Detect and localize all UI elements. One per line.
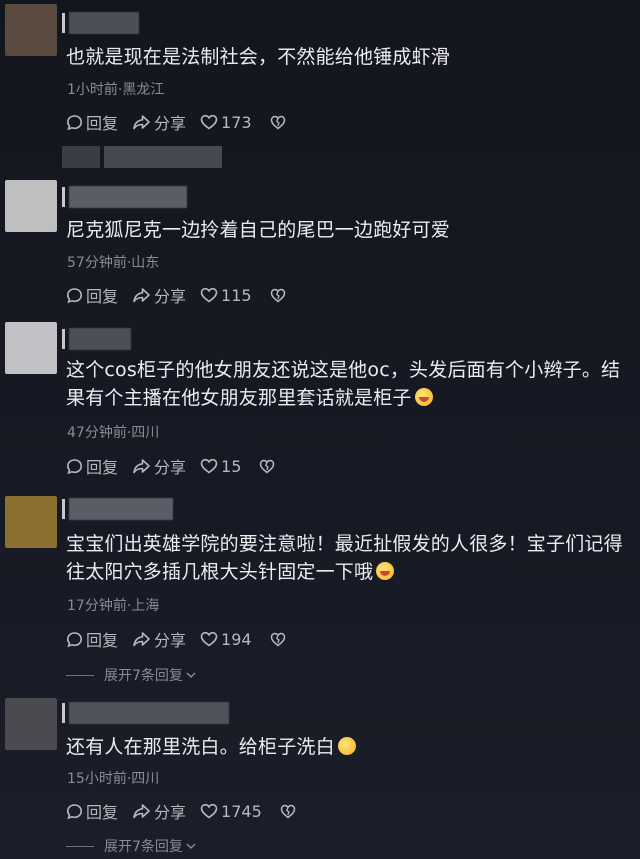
- avatar[interactable]: [5, 180, 57, 232]
- broken-heart-icon: [270, 115, 285, 130]
- dislike-button[interactable]: [280, 803, 299, 819]
- comment-meta: 1小时前·黑龙江: [67, 82, 165, 98]
- crying-face-emoji-icon: [376, 562, 395, 580]
- share-button[interactable]: 分享: [132, 799, 186, 823]
- comment-meta: 57分钟前·山东: [67, 255, 160, 271]
- username-blurred[interactable]: [62, 328, 131, 350]
- comment-item: 还有人在那里洗白。给柜子洗白 15小时前·四川 回复 分享 1745 展开7条回…: [0, 696, 640, 859]
- reply-button[interactable]: 回复: [66, 454, 118, 478]
- heart-icon: [200, 803, 218, 819]
- reply-button[interactable]: 回复: [66, 799, 118, 823]
- broken-heart-icon: [270, 632, 285, 647]
- username-blurred[interactable]: [62, 702, 229, 724]
- comment-item: 这个cos柜子的他女朋友还说这是他oc，头发后面有个小辫子。结果有个主播在他女朋…: [0, 318, 640, 488]
- expand-replies-button[interactable]: 展开7条回复: [66, 836, 197, 856]
- like-count: 194: [221, 629, 252, 649]
- like-button[interactable]: 1745: [200, 802, 262, 821]
- comment-list: 也就是现在是法制社会，不然能给他锤成虾滑 1小时前·黑龙江 回复 分享 173: [0, 0, 640, 859]
- smirk-face-emoji-icon: [337, 737, 356, 755]
- chevron-down-icon: [186, 843, 196, 849]
- username-blurred[interactable]: [62, 186, 187, 208]
- share-icon: [133, 287, 150, 302]
- share-button[interactable]: 分享: [132, 627, 186, 651]
- like-count: 15: [221, 456, 242, 476]
- chevron-down-icon: [186, 672, 196, 678]
- dislike-button[interactable]: [259, 458, 278, 474]
- like-button[interactable]: 15: [200, 457, 241, 476]
- comment-meta: 17分钟前·上海: [67, 598, 160, 614]
- reply-button[interactable]: 回复: [66, 110, 118, 134]
- avatar[interactable]: [5, 322, 57, 374]
- reply-icon: [66, 631, 83, 647]
- comment-item: 尼克狐尼克一边拎着自己的尾巴一边跑好可爱 57分钟前·山东 回复 分享 115: [0, 176, 640, 316]
- share-button[interactable]: 分享: [132, 454, 186, 478]
- comment-actions: 回复 分享 194: [66, 628, 303, 650]
- comment-item: 也就是现在是法制社会，不然能给他锤成虾滑 1小时前·黑龙江 回复 分享 173: [0, 0, 640, 150]
- comment-actions: 回复 分享 173: [66, 111, 303, 133]
- reply-icon: [66, 803, 83, 819]
- heart-icon: [200, 287, 218, 303]
- comment-text: 这个cos柜子的他女朋友还说这是他oc，头发后面有个小辫子。结果有个主播在他女朋…: [66, 359, 621, 409]
- heart-icon: [200, 631, 218, 647]
- broken-heart-icon: [280, 804, 296, 819]
- blurred-reply-preview: [104, 146, 222, 168]
- share-icon: [133, 803, 150, 818]
- like-button[interactable]: 173: [200, 113, 252, 132]
- share-icon: [133, 458, 150, 473]
- expand-replies-button[interactable]: 展开7条回复: [66, 665, 197, 685]
- dislike-button[interactable]: [270, 631, 289, 647]
- heart-icon: [200, 458, 218, 474]
- dislike-button[interactable]: [270, 287, 289, 303]
- reply-icon: [66, 458, 83, 474]
- heart-icon: [200, 114, 218, 130]
- username-blurred[interactable]: [62, 498, 173, 520]
- like-button[interactable]: 115: [200, 286, 252, 305]
- comment-item: 宝宝们出英雄学院的要注意啦！最近扯假发的人很多！宝子们记得往太阳穴多插几根大头针…: [0, 492, 640, 692]
- share-icon: [133, 114, 150, 129]
- avatar[interactable]: [5, 698, 57, 750]
- avatar[interactable]: [5, 496, 57, 548]
- like-count: 173: [221, 112, 252, 132]
- comment-actions: 回复 分享 115: [66, 284, 303, 306]
- reply-icon: [66, 287, 83, 303]
- comment-text: 还有人在那里洗白。给柜子洗白: [66, 733, 626, 761]
- like-count: 115: [221, 285, 252, 305]
- comment-meta: 47分钟前·四川: [67, 425, 160, 441]
- comment-meta: 15小时前·四川: [67, 771, 160, 787]
- username-blurred[interactable]: [62, 12, 139, 34]
- broken-heart-icon: [270, 288, 285, 303]
- comment-actions: 回复 分享 1745: [66, 800, 313, 822]
- share-icon: [133, 631, 150, 646]
- comment-text: 尼克狐尼克一边拎着自己的尾巴一边跑好可爱: [66, 219, 451, 241]
- blurred-reply-preview: [62, 146, 100, 168]
- crying-face-emoji-icon: [414, 388, 433, 406]
- comment-text: 也就是现在是法制社会，不然能给他锤成虾滑: [66, 46, 451, 68]
- comment-text: 宝宝们出英雄学院的要注意啦！最近扯假发的人很多！宝子们记得往太阳穴多插几根大头针…: [66, 533, 623, 583]
- avatar[interactable]: [5, 4, 57, 56]
- broken-heart-icon: [260, 459, 275, 474]
- share-button[interactable]: 分享: [132, 283, 186, 307]
- like-count: 1745: [221, 801, 262, 821]
- share-button[interactable]: 分享: [132, 110, 186, 134]
- dislike-button[interactable]: [270, 114, 289, 130]
- comment-actions: 回复 分享 15: [66, 455, 292, 477]
- reply-icon: [66, 114, 83, 130]
- reply-button[interactable]: 回复: [66, 283, 118, 307]
- reply-button[interactable]: 回复: [66, 627, 118, 651]
- like-button[interactable]: 194: [200, 630, 252, 649]
